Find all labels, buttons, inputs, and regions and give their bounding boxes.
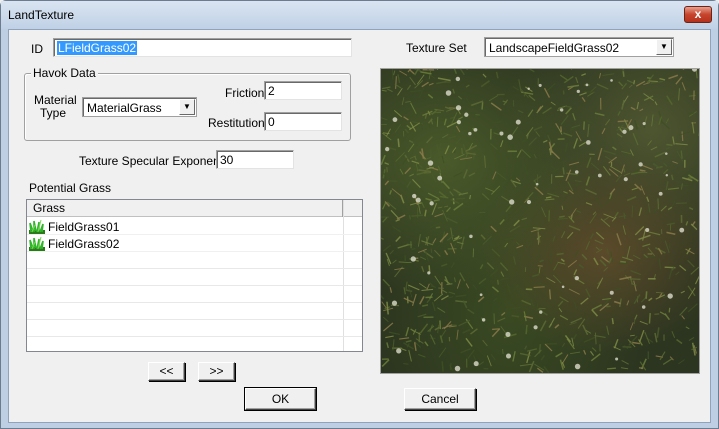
chevron-down-icon[interactable]: ▼ xyxy=(656,39,672,55)
havok-data-title: Havok Data xyxy=(31,66,98,80)
id-label: ID xyxy=(31,42,43,56)
chevron-down-icon[interactable]: ▼ xyxy=(179,99,195,115)
move-left-button[interactable]: << xyxy=(148,362,185,381)
id-input[interactable]: LFieldGrass02 xyxy=(53,38,352,57)
restitution-value: 0 xyxy=(268,115,275,129)
list-header: Grass xyxy=(27,200,362,217)
list-item[interactable]: FieldGrass02 xyxy=(27,235,362,252)
restitution-label: Restitution xyxy=(208,116,265,130)
id-value: LFieldGrass02 xyxy=(57,41,138,55)
texture-set-combo[interactable]: LandscapeFieldGrass02 ▼ xyxy=(484,37,674,57)
material-type-combo[interactable]: MaterialGrass ▼ xyxy=(82,97,197,117)
material-type-value: MaterialGrass xyxy=(87,101,162,115)
title-bar[interactable]: LandTexture x xyxy=(1,1,718,29)
list-item-label: FieldGrass01 xyxy=(48,220,120,234)
list-item-label: FieldGrass02 xyxy=(48,237,120,251)
empty-row xyxy=(27,252,362,269)
window-title: LandTexture xyxy=(8,8,75,22)
land-texture-dialog: LandTexture x ID LFieldGrass02 Texture S… xyxy=(0,0,719,429)
grass-icon xyxy=(29,236,45,251)
grass-icon xyxy=(29,219,45,234)
potential-grass-label: Potential Grass xyxy=(29,181,112,195)
specular-exponent-label: Texture Specular Exponent xyxy=(79,154,224,168)
close-icon: x xyxy=(694,7,702,21)
material-type-label-line1: Material xyxy=(34,93,77,107)
specular-exponent-value: 30 xyxy=(220,153,234,167)
close-button[interactable]: x xyxy=(684,6,712,23)
empty-row xyxy=(27,320,362,337)
dialog-client-area: ID LFieldGrass02 Texture Set LandscapeFi… xyxy=(8,29,711,423)
column-header-grass[interactable]: Grass xyxy=(27,200,343,217)
texture-set-value: LandscapeFieldGrass02 xyxy=(489,41,620,55)
friction-label: Friction xyxy=(225,86,265,100)
friction-input[interactable]: 2 xyxy=(264,81,342,100)
material-type-label-line2: Type xyxy=(40,106,67,120)
potential-grass-list[interactable]: Grass FieldGrass01 FieldGrass02 xyxy=(26,199,363,352)
cancel-button[interactable]: Cancel xyxy=(404,388,476,410)
restitution-input[interactable]: 0 xyxy=(264,112,342,131)
empty-row xyxy=(27,286,362,303)
texture-preview xyxy=(380,68,700,374)
texture-set-label: Texture Set xyxy=(406,41,467,55)
move-right-button[interactable]: >> xyxy=(198,362,235,381)
list-item[interactable]: FieldGrass01 xyxy=(27,218,362,235)
empty-row xyxy=(27,269,362,286)
ok-button[interactable]: OK xyxy=(244,387,317,411)
empty-row xyxy=(27,303,362,320)
specular-exponent-input[interactable]: 30 xyxy=(216,150,294,169)
column-header-filler xyxy=(343,200,362,217)
texture-preview-image xyxy=(381,69,699,373)
friction-value: 2 xyxy=(268,84,275,98)
